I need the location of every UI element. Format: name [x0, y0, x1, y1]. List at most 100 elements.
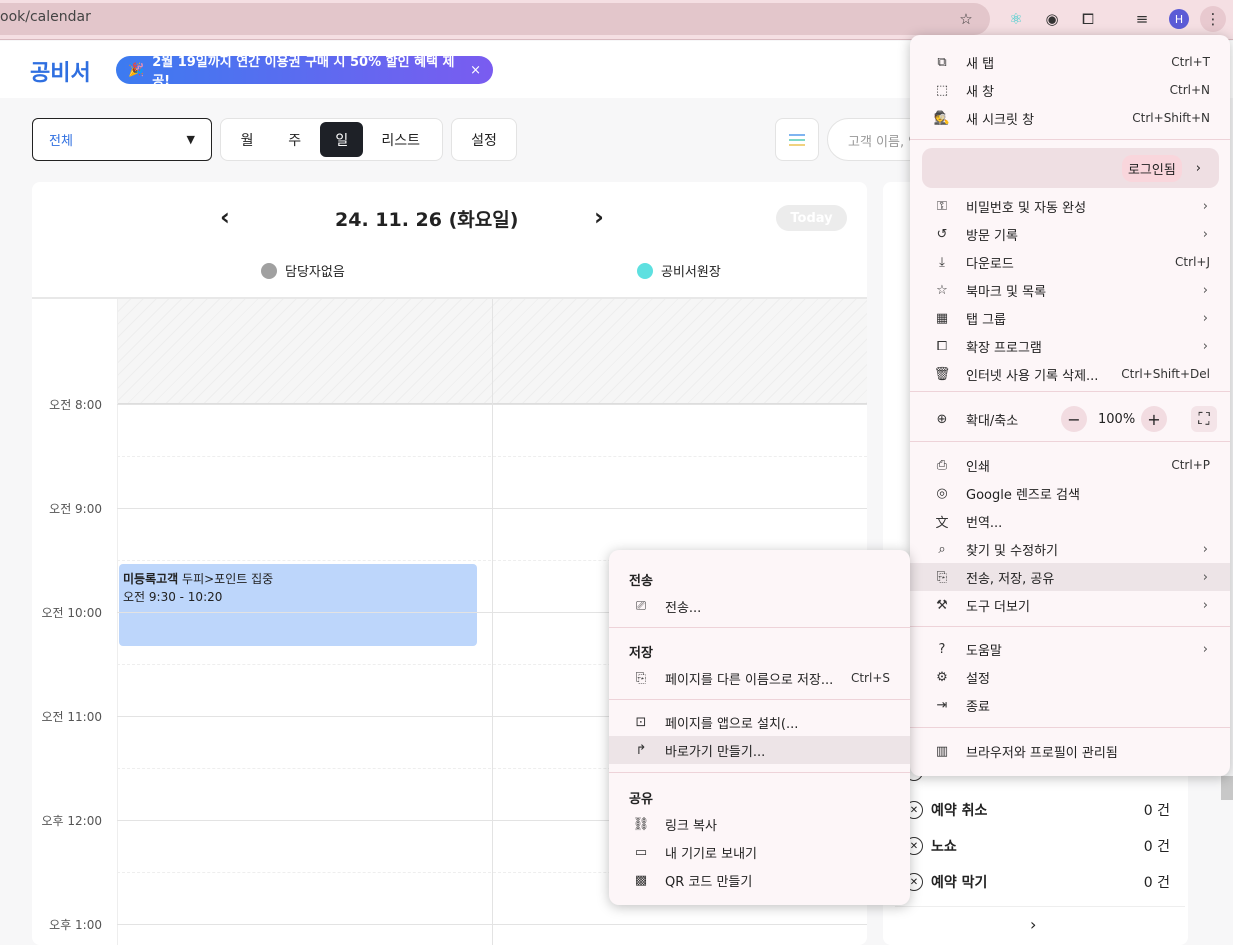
menu-item-label: 브라우저와 프로필이 관리됨	[966, 745, 1118, 761]
menu-item-label: 바로가기 만들기...	[665, 744, 766, 760]
address-bar[interactable]	[0, 3, 990, 35]
profile-avatar[interactable]: H	[1169, 9, 1189, 29]
menu-item[interactable]: ↺ 방문 기록 ›	[910, 220, 1230, 248]
divider	[117, 299, 118, 945]
menu-item[interactable]: ⬚ 새 창 Ctrl+N	[910, 76, 1230, 104]
zoom-in-button[interactable]: +	[1141, 406, 1167, 432]
promo-banner[interactable]: 🎉 2월 19일까지 연간 이용권 구매 시 50% 할인 혜택 제공! ×	[116, 55, 493, 89]
section-heading: 공유	[629, 792, 653, 807]
stat-count: 0 건	[1143, 875, 1170, 891]
divider	[910, 391, 1230, 392]
menu-item[interactable]: ⚒ 도구 더보기 ›	[910, 591, 1230, 619]
share-item[interactable]: ▩ QR 코드 만들기	[609, 866, 910, 894]
chevron-right-icon: ›	[1195, 160, 1201, 176]
divider	[609, 772, 910, 773]
menu-icon[interactable]	[775, 118, 819, 161]
menu-item[interactable]: ▦ 탭 그룹 ›	[910, 304, 1230, 332]
react-devtools-icon[interactable]: ⚛	[1005, 8, 1027, 30]
profile-item[interactable]: 로그인됨 ›	[922, 148, 1219, 188]
history-icon: ↺	[936, 226, 948, 242]
tab-list[interactable]: 리스트	[363, 122, 438, 157]
tab-week[interactable]: 주	[269, 122, 320, 157]
time-label: 오전 8:00	[49, 398, 102, 412]
menu-item-label: Google 렌즈로 검색	[966, 487, 1080, 503]
shortcut: Ctrl+J	[1175, 255, 1210, 269]
menu-item[interactable]: ⤓ 다운로드 Ctrl+J	[910, 248, 1230, 276]
chevron-right-icon[interactable]: ›	[1030, 915, 1036, 934]
shortcut-icon: ↱	[635, 742, 647, 758]
today-button[interactable]: Today	[776, 205, 847, 231]
next-day-button[interactable]: ›	[594, 203, 604, 231]
event-service: 두피>포인트 집중	[182, 572, 274, 586]
fullscreen-icon[interactable]: ⛶	[1191, 406, 1217, 432]
menu-item[interactable]: ⚿ 비밀번호 및 자동 완성 ›	[910, 192, 1230, 220]
menu-item[interactable]: ⎙ 인쇄 Ctrl+P	[910, 451, 1230, 479]
menu-item-label: 번역...	[966, 515, 1003, 531]
party-icon: 🎉	[128, 62, 145, 78]
menu-item[interactable]: ☆ 북마크 및 목록 ›	[910, 276, 1230, 304]
menu-item[interactable]: ⇥ 종료	[910, 691, 1230, 719]
divider	[895, 906, 1185, 907]
chevron-right-icon: ›	[1202, 282, 1208, 298]
time-label: 오전 11:00	[41, 710, 102, 724]
staff-column-header: 공비서원장	[637, 261, 721, 280]
share-item[interactable]: ⛓ 링크 복사	[609, 810, 910, 838]
menu-item[interactable]: ⎘ 전송, 저장, 공유 ›	[910, 563, 1230, 591]
scrollbar[interactable]	[1221, 776, 1233, 800]
stat-label: 노쇼	[931, 839, 957, 855]
menu-item[interactable]: ? 도움말 ›	[910, 635, 1230, 663]
menu-item[interactable]: ⧠ 확장 프로그램 ›	[910, 332, 1230, 360]
menu-item-label: 인쇄	[966, 459, 990, 475]
half-hour-line	[117, 456, 867, 457]
menu-item[interactable]: ⧉ 새 탭 Ctrl+T	[910, 48, 1230, 76]
profile-status: 로그인됨	[1121, 154, 1182, 182]
event-customer: 미등록고객	[123, 572, 179, 586]
close-icon[interactable]: ×	[470, 63, 481, 78]
menu-item[interactable]: 文 번역...	[910, 507, 1230, 535]
staff-color-dot	[637, 262, 653, 279]
menu-item-label: 다운로드	[966, 256, 1014, 272]
menu-item[interactable]: 🗑 인터넷 사용 기록 삭제... Ctrl+Shift+Del	[910, 360, 1230, 388]
prev-day-button[interactable]: ‹	[220, 203, 230, 231]
menu-item-label: 내 기기로 보내기	[665, 846, 757, 862]
star-icon[interactable]: ☆	[955, 8, 977, 30]
create-shortcut-item[interactable]: ↱ 바로가기 만들기...	[609, 736, 910, 764]
bookmark-star-icon: ☆	[936, 282, 948, 298]
chevron-right-icon: ›	[1202, 541, 1208, 557]
managed-item[interactable]: ▥ 브라우저와 프로필이 관리됨	[910, 737, 1230, 765]
find-icon: ⌕	[938, 541, 946, 557]
puzzle-icon[interactable]: ⧠	[1077, 8, 1099, 30]
install-app-item[interactable]: ⊡ 페이지를 앱으로 설치(...	[609, 708, 910, 736]
chevron-right-icon: ›	[1202, 310, 1208, 326]
incognito-icon: 🕵	[933, 110, 951, 126]
cast-item[interactable]: ⎚ 전송...	[609, 592, 910, 620]
share-item[interactable]: ▭ 내 기기로 보내기	[609, 838, 910, 866]
media-queue-icon[interactable]: ≡	[1131, 8, 1153, 30]
shortcut: Ctrl+S	[850, 671, 890, 685]
menu-item[interactable]: ◎ Google 렌즈로 검색	[910, 479, 1230, 507]
download-icon: ⤓	[939, 254, 945, 270]
menu-item[interactable]: ⌕ 찾기 및 수정하기 ›	[910, 535, 1230, 563]
tab-day[interactable]: 일	[320, 122, 364, 157]
menu-item-label: 찾기 및 수정하기	[966, 543, 1058, 559]
menu-item[interactable]: ⚙ 설정	[910, 663, 1230, 691]
menu-item[interactable]: 🕵 새 시크릿 창 Ctrl+Shift+N	[910, 104, 1230, 132]
cast-save-share-submenu: 전송 ⎚ 전송... 저장 ⎘ 페이지를 다른 이름으로 저장... Ctrl+S ⊡ 페이지를…	[609, 550, 910, 905]
appointment-event[interactable]: 미등록고객 두피>포인트 집중 오전 9:30 - 10:20	[119, 564, 477, 646]
stat-row: ✕ 노쇼 0 건	[905, 836, 1170, 856]
staff-filter-select[interactable]: 전체 ▼	[32, 118, 212, 161]
zoom-out-button[interactable]: −	[1061, 406, 1087, 432]
kebab-menu-icon[interactable]: ⋮	[1200, 6, 1226, 32]
hour-line	[117, 924, 867, 925]
settings-button[interactable]: 설정	[451, 118, 517, 161]
logo[interactable]: 공비서	[30, 55, 91, 87]
tab-month[interactable]: 월	[225, 122, 269, 157]
filter-value: 전체	[49, 134, 73, 149]
view-toggle: 월 주 일 리스트	[220, 118, 443, 161]
url-text[interactable]: ook/calendar	[0, 9, 91, 25]
menu-item-label: 페이지를 다른 이름으로 저장...	[665, 672, 834, 688]
print-icon: ⎙	[936, 457, 948, 473]
save-page-item[interactable]: ⎘ 페이지를 다른 이름으로 저장... Ctrl+S	[609, 664, 910, 692]
chrome-main-menu: ⧉ 새 탭 Ctrl+T ⬚ 새 창 Ctrl+N 🕵 새 시크릿 창 Ctrl+Shift+N…	[910, 35, 1230, 776]
extension-disk-icon[interactable]: ◉	[1041, 8, 1063, 30]
